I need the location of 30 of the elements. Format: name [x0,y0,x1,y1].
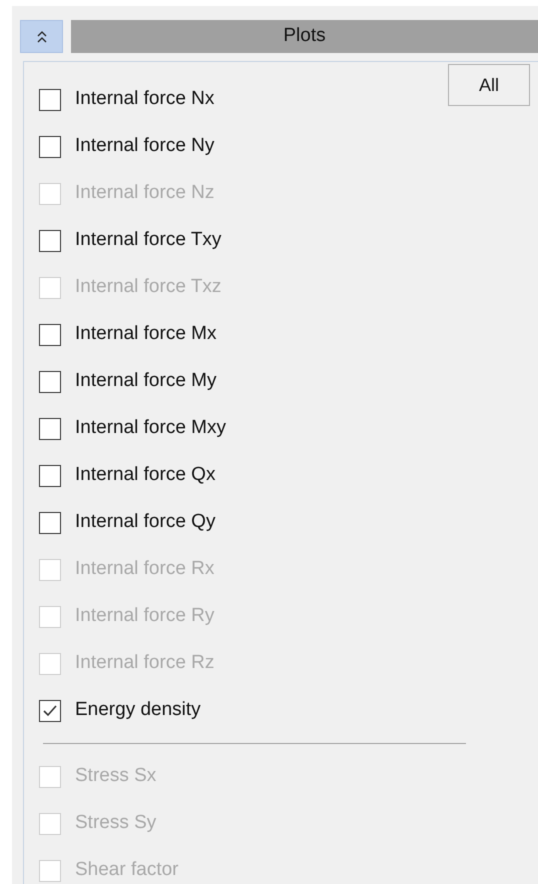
checkbox-label: Internal force Qx [75,463,216,488]
checkbox[interactable] [39,370,61,392]
checkbox-label: Internal force Ny [75,134,214,158]
checkbox-label: Stress Sy [75,811,156,836]
checkbox-label: Stress Sx [75,764,156,788]
checkbox-label: Internal force Rz [75,651,214,676]
checkbox-label: Internal force Nz [75,181,214,206]
checkbox[interactable] [39,88,61,110]
checkbox[interactable] [39,418,61,440]
checkbox-label: Energy density [75,698,201,722]
checkbox-label: Internal force My [75,369,216,394]
checkbox-label: Internal force Nx [75,87,214,112]
checkbox-label: Internal force Mx [75,322,216,346]
checkbox[interactable] [39,230,61,252]
checkbox-label: Internal force Txy [75,228,222,252]
checkbox-label: Internal force Qy [75,510,216,534]
checkbox-label: Internal force Rx [75,557,214,582]
checkbox[interactable] [39,324,61,346]
checkbox-label: Internal force Txz [75,275,222,300]
checkbox-label: Internal force Mxy [75,416,226,440]
check-icon [42,704,58,718]
checkbox[interactable] [39,136,61,158]
double-chevron-up-icon [36,30,46,42]
checkbox[interactable] [39,700,61,722]
section-header[interactable]: Plots [71,20,538,53]
all-button[interactable]: All [448,64,530,106]
checkbox-label: Internal force Ry [75,604,214,628]
checkbox[interactable] [39,512,61,534]
checkbox[interactable] [39,464,61,486]
checkbox-label: Shear factor [75,858,178,882]
